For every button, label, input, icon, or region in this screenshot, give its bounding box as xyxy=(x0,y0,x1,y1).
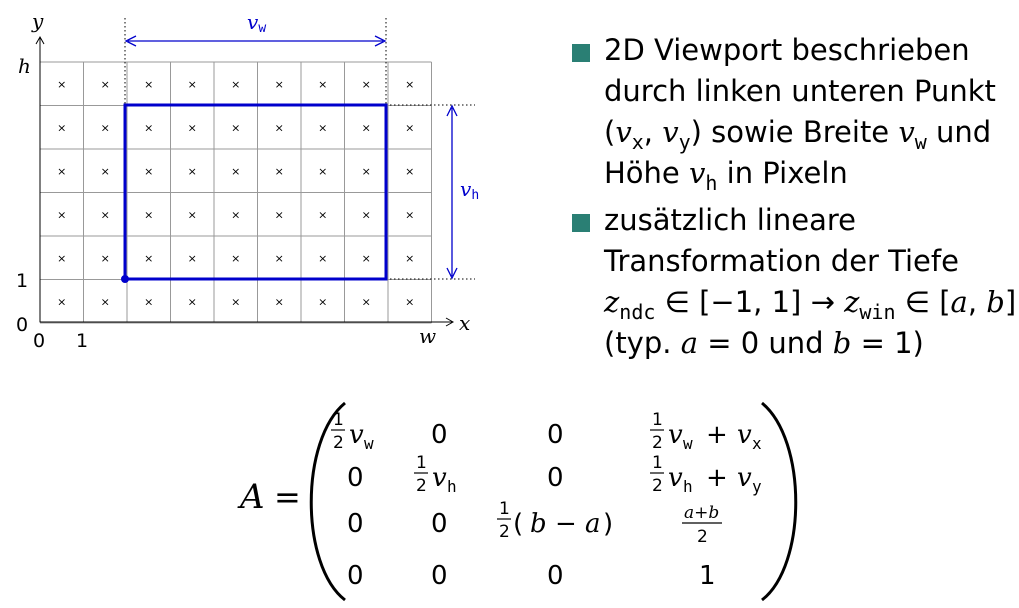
svg-text:v: v xyxy=(737,463,752,493)
svg-text:2: 2 xyxy=(499,522,510,542)
svg-text:v: v xyxy=(349,420,364,450)
matrix-right-paren xyxy=(761,401,798,602)
svg-text:v: v xyxy=(668,420,683,450)
svg-text:2: 2 xyxy=(416,476,427,496)
svg-text:v: v xyxy=(668,463,683,493)
cell-1-4: 1 2 v w + v x xyxy=(650,410,762,453)
cell-2-2: 1 2 v h xyxy=(414,453,457,496)
cell-1-3: 0 xyxy=(547,420,564,450)
svg-text:a+b: a+b xyxy=(684,503,719,523)
cell-4-2: 0 xyxy=(431,561,448,591)
cell-3-2: 0 xyxy=(431,509,448,539)
svg-text:y: y xyxy=(752,477,762,496)
svg-text:w: w xyxy=(364,434,374,453)
svg-text:1: 1 xyxy=(333,410,344,430)
svg-text:x: x xyxy=(752,434,762,453)
cell-3-1: 0 xyxy=(347,509,364,539)
svg-text:(: ( xyxy=(513,509,523,539)
cell-4-3: 0 xyxy=(547,561,564,591)
viewport-matrix-equation: A = 1 2 v w 0 0 1 2 v w + v x 0 1 2 v h … xyxy=(237,401,798,602)
svg-text:−: − xyxy=(555,509,577,539)
cell-3-3: 1 2 ( b − a ) xyxy=(497,499,613,542)
svg-text:1: 1 xyxy=(652,410,663,430)
cell-2-4: 1 2 v h + v y xyxy=(650,453,762,496)
svg-text:h: h xyxy=(447,477,457,496)
svg-text:): ) xyxy=(603,509,613,539)
svg-text:a: a xyxy=(585,509,601,539)
svg-text:h: h xyxy=(683,477,693,496)
cell-3-4: a+b 2 xyxy=(682,503,722,547)
matrix-lhs: A xyxy=(237,477,265,517)
matrix-equals: = xyxy=(274,478,301,516)
svg-text:v: v xyxy=(737,420,752,450)
svg-text:+: + xyxy=(706,420,728,450)
cell-4-1: 0 xyxy=(347,561,364,591)
svg-text:1: 1 xyxy=(499,499,510,519)
svg-text:1: 1 xyxy=(416,453,427,473)
svg-text:2: 2 xyxy=(333,433,344,453)
svg-text:b: b xyxy=(530,509,547,539)
svg-text:+: + xyxy=(706,463,728,493)
svg-text:2: 2 xyxy=(652,476,663,496)
cell-2-3: 0 xyxy=(547,463,564,493)
svg-text:1: 1 xyxy=(652,453,663,473)
cell-2-1: 0 xyxy=(347,463,364,493)
svg-text:2: 2 xyxy=(652,433,663,453)
cell-4-4: 1 xyxy=(699,561,716,591)
cell-1-2: 0 xyxy=(431,420,448,450)
svg-text:v: v xyxy=(432,463,447,493)
cell-1-1: 1 2 v w xyxy=(331,410,374,453)
svg-text:w: w xyxy=(683,434,693,453)
svg-text:2: 2 xyxy=(697,527,708,547)
